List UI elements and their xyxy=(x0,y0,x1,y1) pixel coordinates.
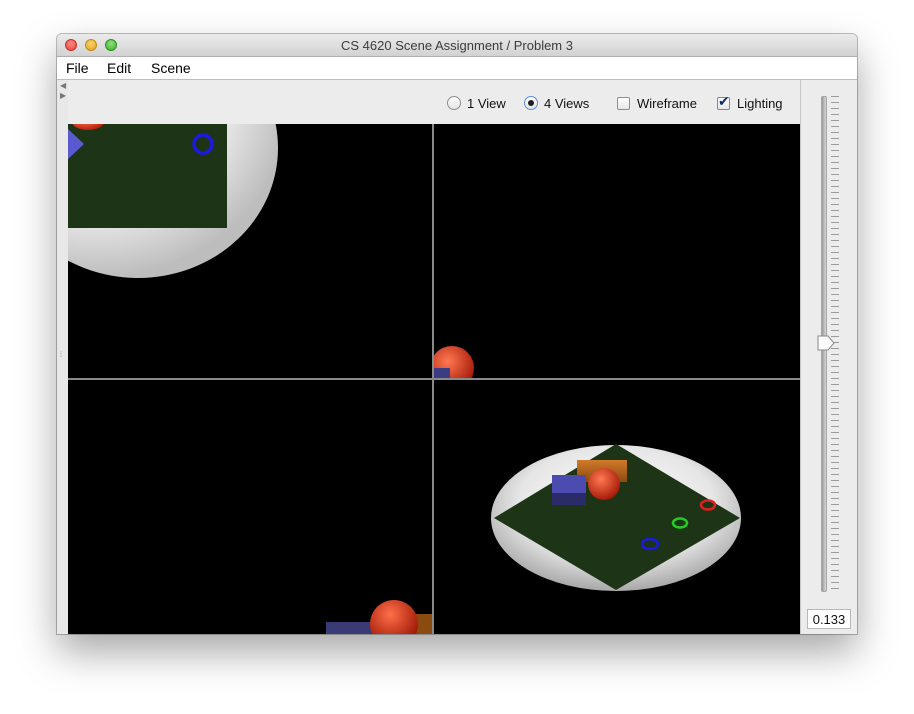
viewport-bottom-right[interactable] xyxy=(434,380,800,634)
menu-file[interactable]: File xyxy=(66,60,89,76)
one-view-radio[interactable]: 1 View xyxy=(447,95,506,111)
app-window: CS 4620 Scene Assignment / Problem 3 Fil… xyxy=(57,34,857,634)
blue-box xyxy=(434,368,450,378)
viewport-divider-horizontal xyxy=(68,378,800,380)
viewport-top-left[interactable] xyxy=(68,124,432,378)
blue-box-side xyxy=(552,493,586,505)
checkbox-checked-icon xyxy=(717,94,730,110)
viewport-bottom-left[interactable] xyxy=(68,380,432,634)
title-bar: CS 4620 Scene Assignment / Problem 3 xyxy=(57,34,857,57)
blue-box xyxy=(326,622,372,634)
wireframe-label: Wireframe xyxy=(637,95,697,111)
menu-bar: File Edit Scene xyxy=(57,57,857,80)
split-pane-divider[interactable]: ◀ ▶ ⁞ xyxy=(57,80,68,634)
red-sphere xyxy=(588,468,620,500)
red-sphere xyxy=(370,600,418,634)
viewport-bottom-right-render xyxy=(491,444,741,591)
slider-thumb[interactable] xyxy=(817,335,835,351)
grip-icon: ⁞ xyxy=(60,352,62,359)
floor-plane xyxy=(68,124,227,228)
radio-icon xyxy=(447,96,461,110)
lighting-checkbox[interactable]: Lighting xyxy=(717,94,783,111)
window-title: CS 4620 Scene Assignment / Problem 3 xyxy=(341,38,573,53)
one-view-label: 1 View xyxy=(467,95,506,111)
four-views-radio[interactable]: 4 Views xyxy=(524,95,589,111)
triangle-left-icon[interactable]: ◀ xyxy=(60,82,66,90)
viewport-top-right[interactable] xyxy=(434,124,800,378)
side-panel: 0.133 xyxy=(800,80,857,634)
lighting-label: Lighting xyxy=(737,95,783,111)
menu-scene[interactable]: Scene xyxy=(151,60,191,76)
viewport-top-right-render xyxy=(434,346,474,378)
blue-box xyxy=(552,475,586,495)
triangle-right-icon[interactable]: ▶ xyxy=(60,92,66,100)
slider-value-field[interactable]: 0.133 xyxy=(807,609,851,629)
viewport-top-left-render xyxy=(68,124,278,278)
viewport-grid xyxy=(68,124,800,634)
menu-edit[interactable]: Edit xyxy=(107,60,131,76)
four-views-label: 4 Views xyxy=(544,95,590,111)
view-options-toolbar: 1 View 4 Views Wireframe Lighting xyxy=(68,80,800,124)
viewport-bottom-left-render xyxy=(326,600,432,634)
radio-selected-icon xyxy=(524,96,538,110)
wireframe-checkbox[interactable]: Wireframe xyxy=(617,95,697,111)
checkbox-icon xyxy=(617,96,630,110)
